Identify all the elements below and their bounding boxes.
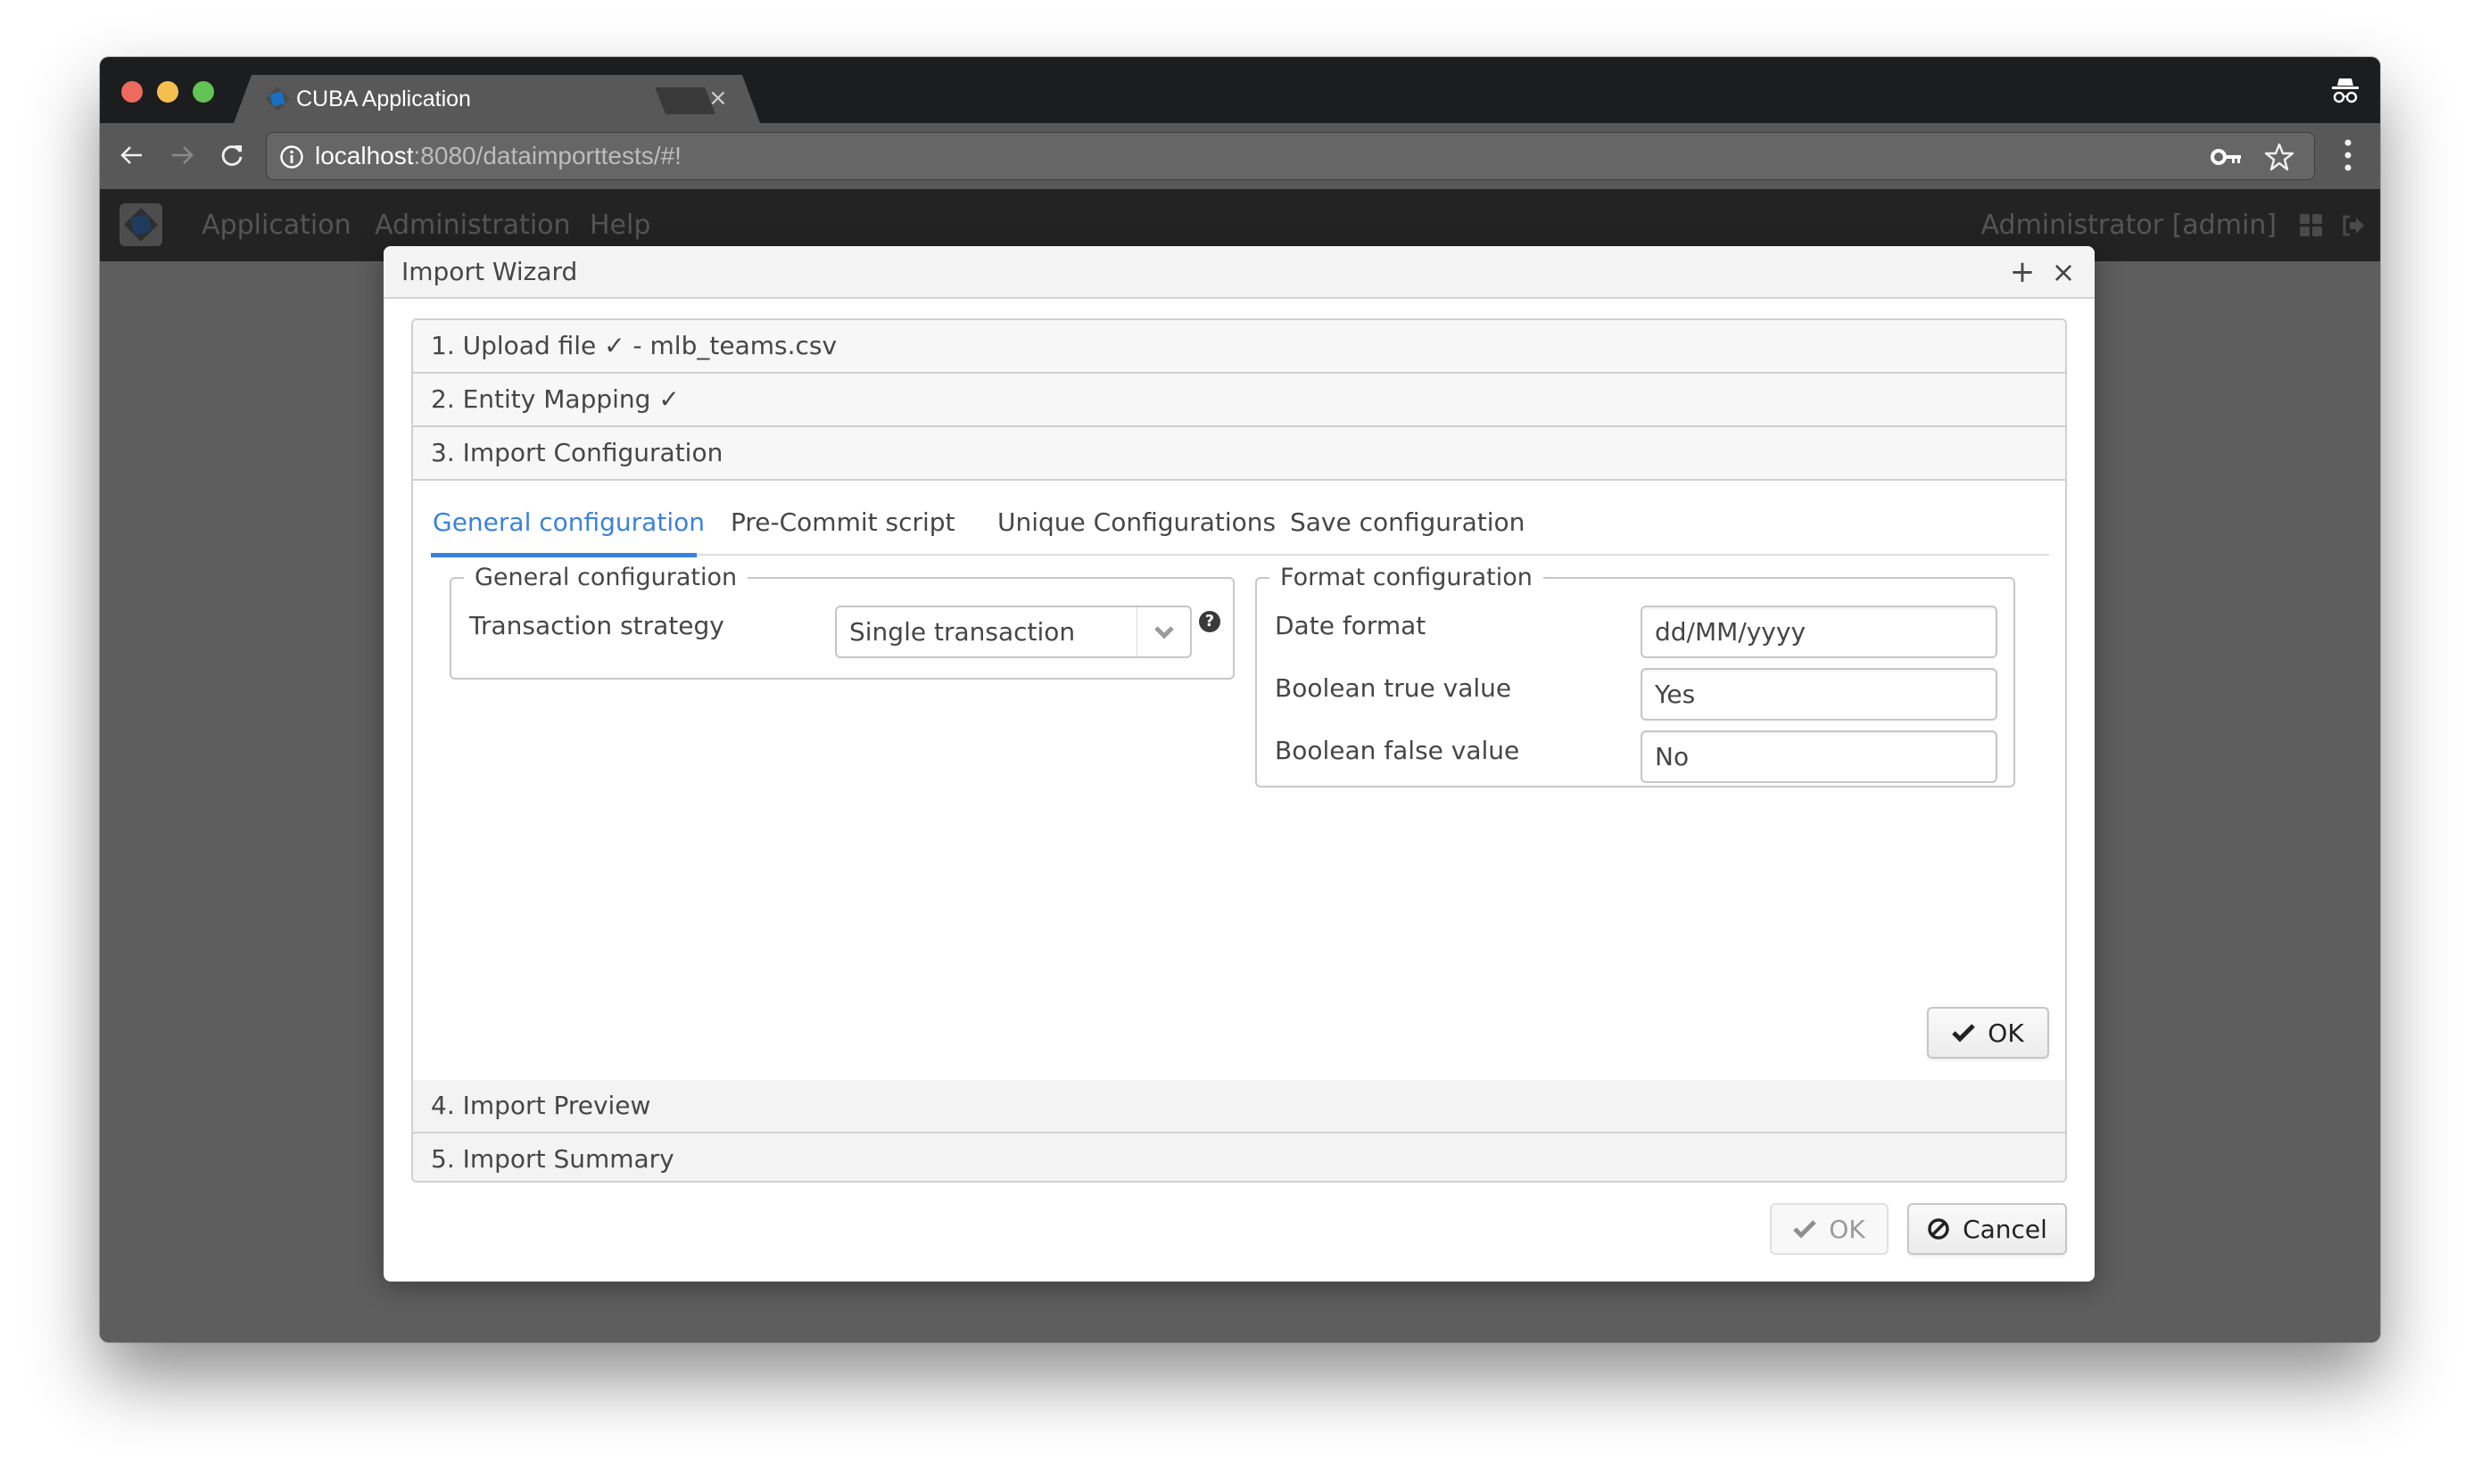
- maximize-icon[interactable]: +: [2005, 255, 2039, 289]
- wizard-ok-button[interactable]: OK: [1770, 1203, 1889, 1255]
- info-icon[interactable]: [279, 144, 304, 169]
- ban-icon: [1928, 1218, 1949, 1240]
- logout-icon[interactable]: [2341, 213, 2366, 238]
- step-ok-button[interactable]: OK: [1927, 1007, 2049, 1059]
- tab-general-configuration[interactable]: General configuration: [431, 497, 705, 557]
- app-logo[interactable]: [120, 203, 162, 246]
- config-tabs: General configuration Pre-Commit script …: [431, 497, 2049, 557]
- date-format-input[interactable]: dd/MM/yyyy: [1641, 606, 1997, 658]
- boolean-false-label: Boolean false value: [1275, 736, 1520, 765]
- menu-icon[interactable]: [2339, 137, 2357, 173]
- dialog-title: Import Wizard: [401, 257, 578, 286]
- step-import-summary[interactable]: 5. Import Summary: [413, 1134, 2065, 1181]
- url-path: :8080/dataimporttests/#!: [413, 142, 682, 169]
- general-configuration-legend: General configuration: [475, 564, 738, 591]
- dialog-titlebar[interactable]: Import Wizard + ×: [384, 246, 2095, 299]
- boolean-true-label: Boolean true value: [1275, 673, 1512, 703]
- tab-strip: CUBA Application ×: [100, 57, 2380, 123]
- cancel-button[interactable]: Cancel: [1907, 1203, 2067, 1255]
- close-window-button[interactable]: [121, 81, 143, 103]
- cuba-favicon-icon: [265, 87, 290, 111]
- tab-title: CUBA Application: [296, 87, 471, 111]
- forward-icon: [172, 146, 194, 164]
- forward-button[interactable]: [164, 137, 200, 173]
- url-host: localhost: [315, 142, 414, 169]
- step-import-preview[interactable]: 4. Import Preview: [413, 1080, 2065, 1134]
- import-configuration-panel: General configuration Pre-Commit script …: [413, 481, 2065, 1080]
- wizard-accordion: 1. Upload file ✓ - mlb_teams.csv 2. Enti…: [411, 318, 2067, 1183]
- back-button[interactable]: [114, 137, 150, 173]
- step-entity-mapping[interactable]: 2. Entity Mapping ✓: [413, 374, 2065, 427]
- grid-icon[interactable]: [2300, 214, 2323, 237]
- transaction-strategy-select[interactable]: Single transaction: [835, 606, 1192, 658]
- zoom-window-button[interactable]: [193, 81, 214, 103]
- step-upload-file[interactable]: 1. Upload file ✓ - mlb_teams.csv: [413, 320, 2065, 374]
- checkmark-icon: [1952, 1024, 1976, 1043]
- help-icon[interactable]: ?: [1199, 611, 1220, 632]
- step-import-configuration[interactable]: 3. Import Configuration: [413, 427, 2065, 481]
- key-icon[interactable]: [2211, 145, 2243, 169]
- minimize-window-button[interactable]: [157, 81, 178, 103]
- cuba-logo-icon: [124, 208, 158, 242]
- cancel-label: Cancel: [1963, 1214, 2047, 1244]
- format-configuration-group: Format configuration Date format dd/MM/y…: [1255, 565, 2015, 787]
- star-icon[interactable]: [2264, 142, 2294, 172]
- boolean-true-input[interactable]: Yes: [1641, 668, 1997, 721]
- step-ok-label: OK: [1988, 1018, 2024, 1048]
- transaction-strategy-label: Transaction strategy: [469, 611, 724, 640]
- tab-unique-configurations[interactable]: Unique Configurations: [997, 497, 1276, 556]
- import-wizard-dialog: Import Wizard + × 1. Upload file ✓ - mlb…: [384, 246, 2095, 1282]
- wizard-ok-label: OK: [1829, 1214, 1865, 1244]
- reload-icon: [221, 145, 243, 166]
- menu-application[interactable]: Application: [202, 189, 351, 261]
- boolean-false-input[interactable]: No: [1641, 730, 1997, 783]
- chevron-down-icon: [1153, 625, 1174, 639]
- back-icon: [120, 146, 142, 164]
- checkmark-icon: [1793, 1220, 1817, 1239]
- tab-save-configuration[interactable]: Save configuration: [1290, 497, 1525, 556]
- reload-button[interactable]: [214, 137, 250, 173]
- close-icon[interactable]: ×: [2046, 255, 2080, 289]
- general-configuration-group: General configuration Transaction strate…: [450, 565, 1235, 680]
- dropdown-button[interactable]: [1137, 607, 1190, 656]
- browser-toolbar: localhost:8080/dataimporttests/#!: [100, 123, 2380, 189]
- address-bar[interactable]: localhost:8080/dataimporttests/#!: [266, 132, 2315, 180]
- url-text[interactable]: localhost:8080/dataimporttests/#!: [315, 141, 682, 171]
- new-tab-button[interactable]: [655, 87, 715, 114]
- transaction-strategy-value: Single transaction: [849, 617, 1076, 647]
- format-configuration-legend: Format configuration: [1280, 564, 1533, 591]
- incognito-icon: [2332, 78, 2359, 103]
- date-format-label: Date format: [1275, 611, 1426, 640]
- tab-pre-commit-script[interactable]: Pre-Commit script: [731, 497, 955, 556]
